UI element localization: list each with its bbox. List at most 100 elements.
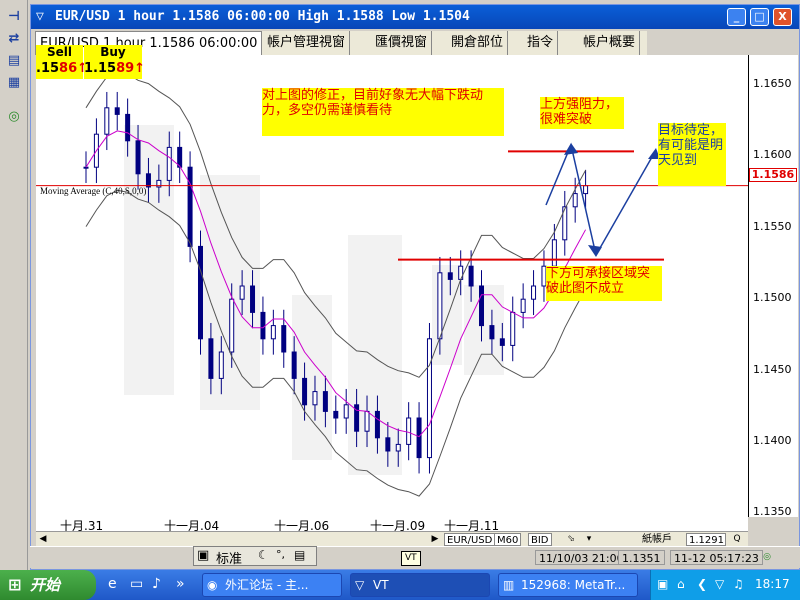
symbol-tab[interactable]: EUR/USD: [444, 533, 496, 546]
candle-body: [583, 185, 589, 195]
sell-box[interactable]: Sell .1586↑: [36, 45, 88, 79]
pin-icon[interactable]: ⊣: [4, 8, 24, 26]
candle-body: [531, 285, 537, 300]
taskbar-item-metatrader[interactable]: ▥ 152968: MetaTr...: [498, 573, 638, 597]
taskbar-item-label: VT: [373, 578, 389, 592]
tray-vt-icon[interactable]: ▽: [715, 577, 724, 591]
annotation-target: 目标待定，有可能是明天见到: [658, 123, 726, 186]
keyboard-icon[interactable]: ▤: [294, 548, 305, 562]
candle-body: [302, 377, 308, 406]
ime-toolbar[interactable]: ▣ 标准 ☾ °, ▤: [193, 546, 317, 567]
candle-body: [406, 417, 412, 445]
scroll-end-icon[interactable]: Q: [730, 532, 744, 546]
scroll-left-icon[interactable]: ◀: [36, 532, 50, 546]
candle-body: [322, 391, 328, 412]
price-tick-label: 1.1650: [753, 77, 792, 90]
candle-body: [187, 166, 193, 247]
paper-account-value: 1.1291: [686, 533, 726, 546]
window-titlebar[interactable]: ▽ EUR/USD 1 hour 1.1586 06:00:00 High 1.…: [31, 5, 799, 29]
candle-body: [447, 272, 453, 280]
app-logo-icon: ▽: [36, 9, 44, 24]
candle-body: [114, 107, 120, 115]
candle-body: [312, 391, 318, 406]
timeframe-tab[interactable]: M60: [494, 533, 522, 546]
current-price-flag: 1.1586: [749, 168, 797, 182]
chart-scrollbar[interactable]: ◀ ▶ EUR/USD M60 BID ⬂ ▾ 紙帳戶 1.1291 Q: [36, 531, 748, 546]
tray-app-icon[interactable]: ▣: [657, 577, 668, 591]
ie-icon[interactable]: e: [108, 576, 117, 592]
connection-icon: ◎: [763, 552, 771, 562]
price-axis: 1.1650 1.1600 1.1550 1.1500 1.1450 1.140…: [748, 55, 798, 518]
scroll-right-icon[interactable]: ▶: [428, 532, 442, 546]
candle-body: [281, 325, 287, 353]
ime-mode-label[interactable]: 标准: [216, 548, 242, 567]
candle-body: [177, 146, 183, 168]
status-server-time: 11-12 05:17:23: [670, 550, 763, 565]
tile-icon[interactable]: ▤: [4, 52, 24, 70]
maximize-button[interactable]: □: [750, 8, 769, 26]
candle-body: [479, 285, 485, 327]
background-zone: [348, 235, 402, 475]
paper-account-label: 紙帳戶: [642, 534, 672, 545]
start-label: 开始: [30, 576, 61, 594]
media-icon[interactable]: ♪: [152, 576, 161, 592]
tray-clock: 18:17: [755, 577, 790, 591]
quicklaunch-more-icon[interactable]: »: [176, 576, 185, 592]
status-price: 1.1351: [618, 550, 665, 565]
price-tick-label: 1.1350: [753, 505, 792, 518]
metatrader-icon: ▥: [503, 578, 515, 592]
candle-body: [291, 351, 297, 379]
tray-back-icon[interactable]: ❮: [697, 577, 707, 591]
candle-body: [385, 437, 391, 452]
sell-value: .1586↑: [36, 60, 88, 78]
show-desktop-icon[interactable]: ▭: [130, 576, 143, 592]
moving-average-label: Moving Average (C,40,S,0,0): [40, 186, 147, 196]
arrow-head-down: [588, 245, 602, 257]
draw-tool-icon[interactable]: ⬂: [564, 532, 578, 546]
candle-body: [395, 443, 401, 452]
candle-body: [374, 410, 380, 439]
candle-body: [135, 140, 141, 175]
candle-body: [364, 410, 370, 432]
buy-value: 1.1589↑: [84, 60, 145, 78]
price-tick-label: 1.1600: [753, 148, 792, 161]
taskbar-item-label: 外汇论坛 - 主...: [225, 578, 309, 592]
candle-body: [520, 298, 526, 313]
tray-network-icon[interactable]: ⌂: [677, 577, 685, 591]
taskbar-item-label: 152968: MetaTr...: [521, 578, 626, 592]
tile-vertical-icon[interactable]: ▦: [4, 74, 24, 92]
target-icon[interactable]: ◎: [4, 108, 24, 126]
candle-body: [250, 285, 256, 313]
swap-arrows-icon[interactable]: ⇄: [4, 30, 24, 48]
moon-icon[interactable]: ☾: [258, 548, 269, 562]
candle-body: [343, 404, 349, 419]
sell-value-prefix: .15: [36, 61, 60, 76]
tab-account-summary[interactable]: 帳户概要: [579, 31, 641, 55]
taskbar-item-vt[interactable]: ▽ VT: [350, 573, 490, 597]
price-tick-label: 1.1400: [753, 434, 792, 447]
bid-tab[interactable]: BID: [528, 533, 552, 546]
tab-orders[interactable]: 指令: [523, 31, 559, 55]
buy-box[interactable]: Buy 1.1589↑: [84, 45, 145, 79]
candle-body: [229, 298, 235, 353]
minimize-button[interactable]: _: [727, 8, 746, 26]
close-button[interactable]: X: [773, 8, 792, 26]
sell-value-big: 86: [59, 61, 78, 76]
buy-label: Buy: [100, 45, 126, 59]
arrow-head-up: [564, 143, 578, 155]
tab-open-positions[interactable]: 開倉部位: [447, 31, 509, 55]
dropdown-icon[interactable]: ▾: [582, 532, 596, 546]
tray-volume-icon[interactable]: ♫: [733, 577, 744, 591]
punct-icon[interactable]: °,: [276, 548, 285, 561]
tab-quotes[interactable]: 匯價視窗: [371, 31, 433, 55]
status-datetime: 11/10/03 21:00: [535, 550, 628, 565]
start-button[interactable]: ⊞ 开始: [0, 570, 96, 600]
candle-body: [208, 338, 214, 379]
taskbar-item-forum[interactable]: ◉ 外汇论坛 - 主...: [202, 573, 342, 597]
candle-body: [239, 285, 245, 300]
annotation-resistance: 上方强阻力，很难突破: [540, 97, 624, 129]
candle-body: [426, 338, 432, 459]
tab-account-manager[interactable]: 帳户管理視窗: [263, 31, 351, 55]
vt-app-icon: ▽: [355, 578, 365, 592]
candle-body: [572, 193, 578, 208]
